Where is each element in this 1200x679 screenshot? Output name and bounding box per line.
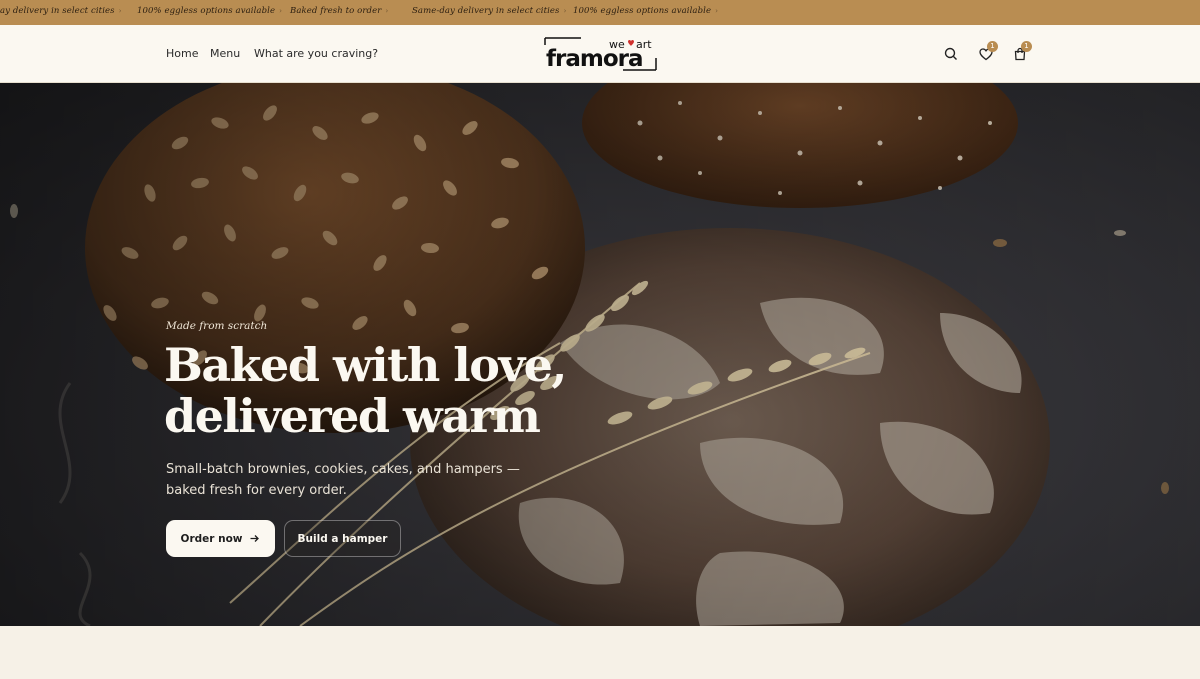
hero-section: Made from scratch Baked with love, deliv… <box>0 83 1200 626</box>
announcement-bar: ay delivery in select cities › 100% eggle… <box>0 0 1200 25</box>
announcement-item: Baked fresh to order › <box>290 6 389 16</box>
nav-link-home[interactable]: Home <box>166 47 198 60</box>
announcement-item: Same-day delivery in select cities › <box>412 6 567 16</box>
page-content-start <box>0 626 1200 679</box>
logo-wordmark: framora <box>546 46 643 72</box>
order-now-button[interactable]: Order now <box>166 520 275 557</box>
build-hamper-button[interactable]: Build a hamper <box>284 520 401 557</box>
arrow-right-icon <box>250 535 260 542</box>
wishlist-count-badge: 1 <box>987 41 998 52</box>
nav-link-menu[interactable]: Menu <box>210 47 240 60</box>
nav-link-craving[interactable]: What are you craving? <box>254 47 378 60</box>
site-header: Home Menu What are you craving? we art f… <box>0 25 1200 83</box>
announcement-item: 100% eggless options available › <box>573 6 718 16</box>
build-hamper-label: Build a hamper <box>297 532 388 545</box>
order-now-label: Order now <box>180 532 243 545</box>
hero-headline-line-2: delivered warm <box>164 389 541 443</box>
hero-subtext: Small-batch brownies, cookies, cakes, an… <box>166 462 520 498</box>
search-icon[interactable] <box>943 46 959 62</box>
announcement-item: ay delivery in select cities › <box>0 6 122 16</box>
announcement-item: 100% eggless options available › <box>137 6 282 16</box>
hero-headline: Baked with love, delivered warm <box>164 340 724 442</box>
hero-headline-line-1: Baked with love, <box>164 338 567 392</box>
framora-logo[interactable]: we art framora <box>543 36 658 72</box>
cart-count-badge: 1 <box>1021 41 1032 52</box>
hero-eyebrow: Made from scratch <box>166 320 268 332</box>
